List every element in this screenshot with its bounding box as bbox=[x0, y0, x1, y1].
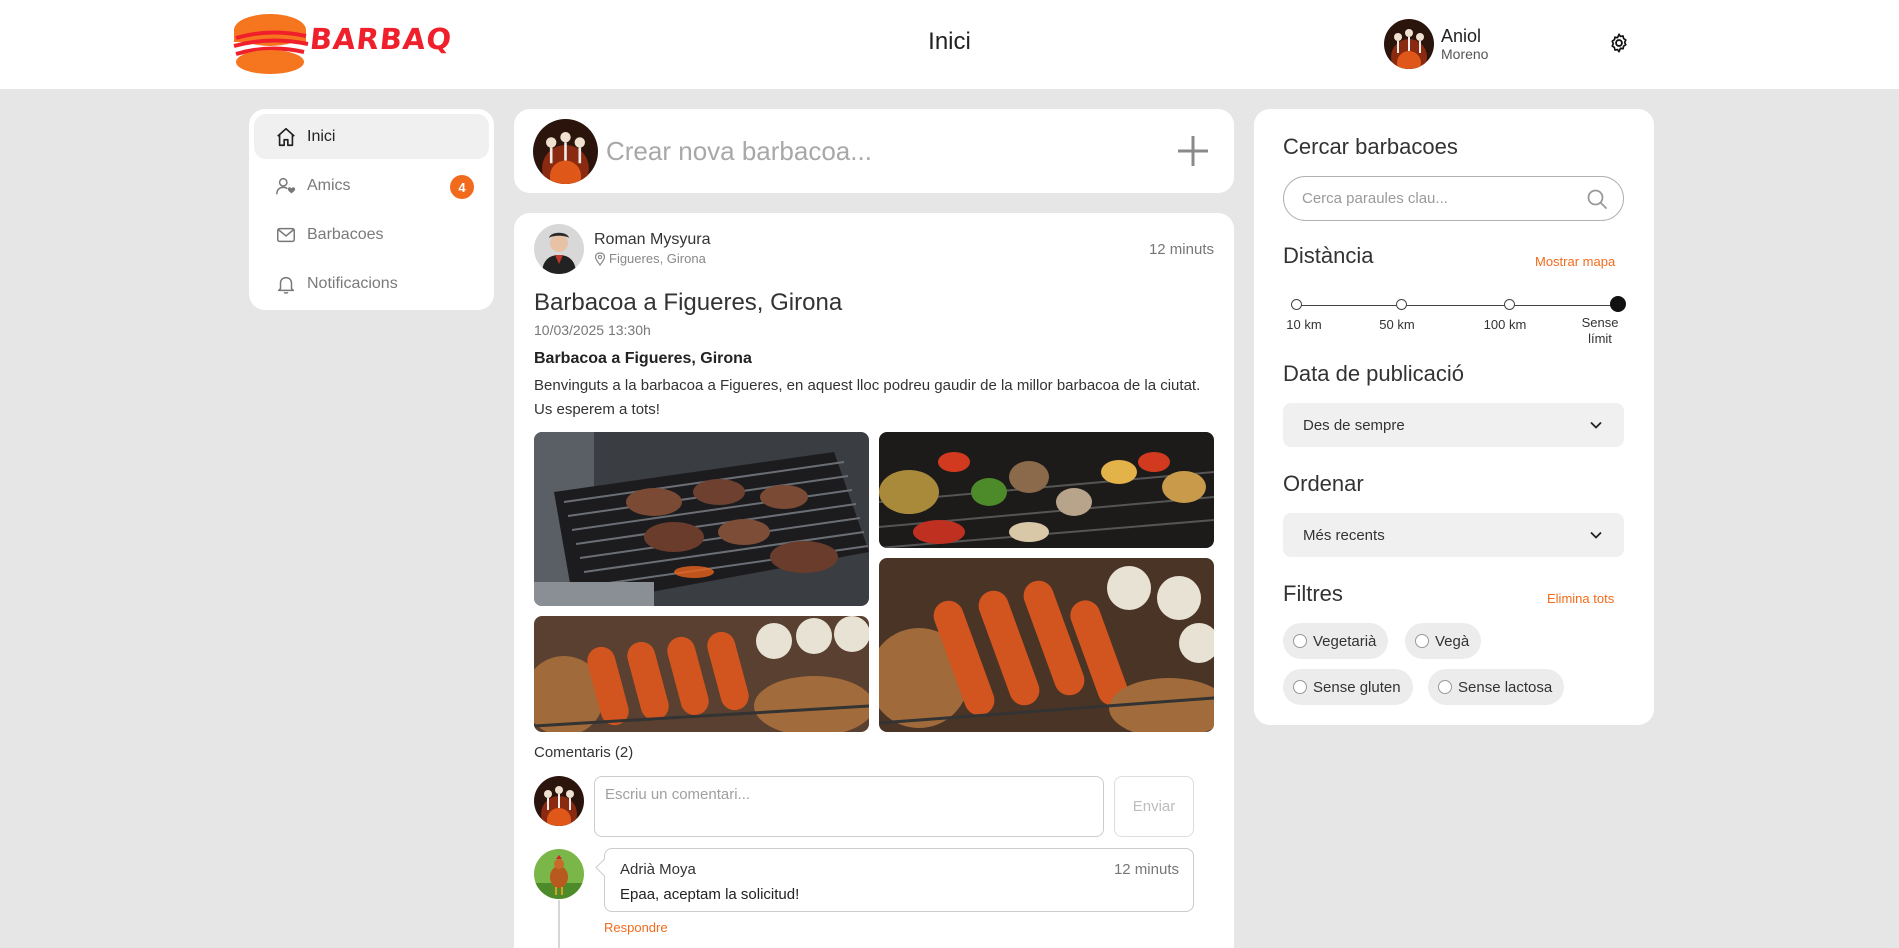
user-first-name: Aniol bbox=[1441, 26, 1482, 46]
filter-chip-vega[interactable]: Vegà bbox=[1405, 623, 1482, 659]
radio-icon bbox=[1438, 680, 1452, 694]
sort-heading: Ordenar bbox=[1283, 471, 1364, 496]
distance-stop[interactable] bbox=[1396, 299, 1407, 310]
search-heading: Cercar barbacoes bbox=[1283, 134, 1458, 159]
clear-filters-link[interactable]: Elimina tots bbox=[1547, 591, 1614, 606]
create-barbecue-card[interactable]: Crear nova barbacoa... bbox=[514, 109, 1234, 193]
radio-icon bbox=[1415, 634, 1429, 648]
comment-input[interactable] bbox=[594, 776, 1104, 837]
search-icon[interactable] bbox=[1585, 187, 1609, 211]
distance-slider[interactable] bbox=[1291, 296, 1626, 312]
distance-heading: Distància bbox=[1283, 243, 1374, 268]
user-last-name: Moreno bbox=[1441, 46, 1489, 62]
gear-icon[interactable] bbox=[1608, 32, 1630, 54]
comment-time: 12 minuts bbox=[1113, 861, 1179, 878]
chevron-down-icon bbox=[1590, 531, 1602, 539]
sidebar-item-notificacions[interactable]: Notificacions bbox=[254, 261, 489, 306]
post-time: 12 minuts bbox=[1148, 241, 1214, 258]
send-comment-button[interactable]: Enviar bbox=[1114, 776, 1194, 837]
mail-icon bbox=[277, 227, 295, 242]
post-card: Roman Mysyura Figueres, Girona 12 minuts… bbox=[514, 213, 1234, 948]
author-name[interactable]: Roman Mysyura bbox=[594, 230, 710, 250]
author-avatar[interactable] bbox=[534, 224, 584, 274]
sidebar-nav: Inici Amics 4 Barbacoes Notificacions bbox=[249, 109, 494, 310]
sidebar-item-label: Inici bbox=[307, 127, 336, 145]
post-title[interactable]: Barbacoa a Figueres, Girona bbox=[534, 289, 842, 317]
user-heart-icon bbox=[276, 177, 296, 194]
sidebar-item-inici[interactable]: Inici bbox=[254, 114, 489, 159]
user-profile[interactable]: Aniol Moreno bbox=[1384, 18, 1488, 70]
distance-stop[interactable] bbox=[1504, 299, 1515, 310]
sidebar-item-label: Amics bbox=[307, 176, 351, 194]
search-input[interactable] bbox=[1283, 176, 1624, 221]
sort-select[interactable]: Més recents bbox=[1283, 513, 1624, 557]
date-select-value: Des de sempre bbox=[1303, 416, 1405, 434]
filter-chip-vegetaria[interactable]: Vegetarià bbox=[1283, 623, 1389, 659]
post-location: Figueres, Girona bbox=[594, 250, 710, 268]
show-map-link[interactable]: Mostrar mapa bbox=[1535, 254, 1615, 269]
sidebar-item-barbacoes[interactable]: Barbacoes bbox=[254, 212, 489, 257]
sidebar-item-label: Notificacions bbox=[307, 274, 398, 292]
distance-label: Sense límit bbox=[1581, 315, 1619, 346]
friends-count-badge: 4 bbox=[450, 175, 474, 199]
filter-chip-sense-gluten[interactable]: Sense gluten bbox=[1283, 669, 1413, 705]
comment-text: Epaa, aceptam la solicitud! bbox=[620, 886, 800, 903]
distance-stop[interactable] bbox=[1291, 299, 1302, 310]
bell-icon bbox=[277, 276, 295, 294]
date-heading: Data de publicació bbox=[1283, 361, 1465, 386]
chip-label: Vegà bbox=[1435, 632, 1470, 650]
filter-chip-sense-lactosa[interactable]: Sense lactosa bbox=[1428, 669, 1565, 705]
post-photo[interactable] bbox=[879, 432, 1214, 548]
post-subtitle: Barbacoa a Figueres, Girona bbox=[534, 350, 752, 367]
post-photo[interactable] bbox=[879, 558, 1214, 732]
distance-label: 100 km bbox=[1483, 317, 1527, 332]
create-placeholder[interactable]: Crear nova barbacoa... bbox=[606, 136, 872, 167]
top-header: BARBAQ Inici Aniol Moreno bbox=[0, 0, 1899, 89]
user-avatar bbox=[533, 118, 598, 184]
reply-link[interactable]: Respondre bbox=[604, 920, 668, 935]
post-author[interactable]: Roman Mysyura Figueres, Girona bbox=[534, 224, 710, 274]
comment-item: Adrià Moya 12 minuts Epaa, aceptam la so… bbox=[604, 848, 1194, 912]
comment-author[interactable]: Adrià Moya bbox=[620, 861, 696, 878]
filters-heading: Filtres bbox=[1283, 581, 1343, 606]
date-select[interactable]: Des de sempre bbox=[1283, 403, 1624, 447]
distance-label: 50 km bbox=[1379, 317, 1415, 332]
post-date: 10/03/2025 13:30h bbox=[534, 322, 651, 338]
radio-icon bbox=[1293, 634, 1307, 648]
post-photo[interactable] bbox=[534, 432, 869, 606]
slider-track bbox=[1292, 305, 1618, 306]
chip-label: Vegetarià bbox=[1313, 632, 1377, 650]
post-photo[interactable] bbox=[534, 616, 869, 732]
post-location-text: Figueres, Girona bbox=[609, 251, 706, 266]
chip-label: Sense gluten bbox=[1313, 678, 1401, 696]
comments-count: Comentaris (2) bbox=[534, 744, 634, 761]
chevron-down-icon bbox=[1590, 421, 1602, 429]
distance-label: 10 km bbox=[1286, 317, 1322, 332]
location-pin-icon bbox=[594, 252, 606, 266]
chip-label: Sense lactosa bbox=[1458, 678, 1553, 696]
sort-select-value: Més recents bbox=[1303, 526, 1385, 544]
home-icon bbox=[277, 127, 295, 146]
sidebar-item-label: Barbacoes bbox=[307, 225, 384, 243]
plus-icon[interactable] bbox=[1175, 133, 1211, 169]
user-avatar[interactable] bbox=[1384, 19, 1434, 69]
sidebar-item-amics[interactable]: Amics 4 bbox=[254, 163, 489, 208]
commenter-avatar[interactable] bbox=[534, 849, 584, 899]
user-avatar bbox=[534, 776, 584, 826]
post-body: Benvinguts a la barbacoa a Figueres, en … bbox=[534, 377, 1201, 418]
thread-line bbox=[558, 900, 560, 948]
radio-icon bbox=[1293, 680, 1307, 694]
distance-stop-selected[interactable] bbox=[1610, 296, 1626, 312]
